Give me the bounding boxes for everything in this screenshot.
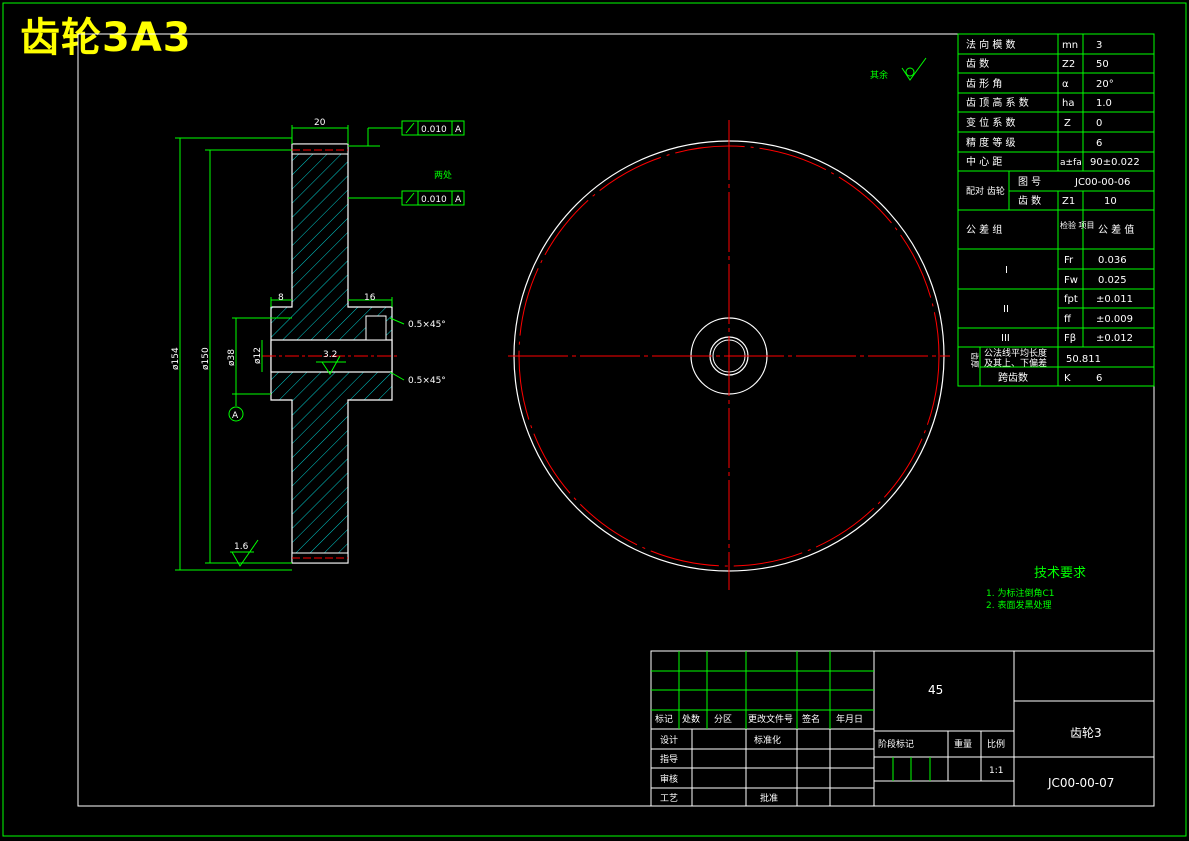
dim-pitch-dia: ø150 bbox=[201, 347, 211, 370]
tol-val-1b: 0.025 bbox=[1098, 275, 1127, 286]
tb-drawing-no: JC00-00-07 bbox=[1047, 776, 1114, 790]
tb-header-2: 分区 bbox=[714, 714, 732, 725]
param-label-5: 精 度 等 级 bbox=[966, 136, 1016, 149]
tol-group-2: II bbox=[1003, 304, 1009, 315]
param-label-4: 变 位 系 数 bbox=[966, 116, 1016, 129]
thickness-label: 齿厚 bbox=[970, 352, 979, 368]
chamfer-bottom: 0.5×45° bbox=[408, 376, 446, 386]
param-sym-3: ha bbox=[1062, 98, 1074, 109]
thickness-line1: 公法线平均长度 bbox=[984, 347, 1047, 359]
param-sym-2: α bbox=[1062, 79, 1069, 90]
param-label-1: 齿 数 bbox=[966, 57, 989, 70]
tol-group-3: III bbox=[1001, 333, 1010, 344]
tb-row-process: 工艺 bbox=[660, 793, 678, 804]
tol-val-2b: ±0.009 bbox=[1096, 314, 1133, 325]
tb-scale-label: 比例 bbox=[987, 738, 1005, 750]
tb-row-guide: 指导 bbox=[660, 753, 678, 765]
tol-sym-1a: Fr bbox=[1064, 255, 1074, 266]
datum-label: A bbox=[232, 411, 239, 421]
span-count: 6 bbox=[1096, 373, 1102, 384]
mating-teeth: 10 bbox=[1104, 196, 1117, 207]
datum-mid: A bbox=[455, 195, 462, 205]
tb-stage: 阶段标记 bbox=[878, 738, 914, 750]
tb-scale: 1:1 bbox=[989, 766, 1003, 776]
tb-row-design: 设计 bbox=[660, 734, 678, 746]
span-count-label: 跨齿数 bbox=[998, 371, 1028, 384]
tb-part-name: 齿轮3 bbox=[1070, 726, 1102, 740]
tol-sym-2a: fpt bbox=[1064, 294, 1078, 305]
tb-header-3: 更改文件号 bbox=[748, 713, 793, 725]
dim-hub-right: 16 bbox=[364, 293, 376, 303]
param-sym-1: Z2 bbox=[1062, 59, 1075, 70]
requirement-1: 1. 为标注倒角C1 bbox=[986, 587, 1054, 599]
tb-material: 45 bbox=[928, 683, 943, 697]
tol-header-value: 公 差 值 bbox=[1098, 223, 1134, 236]
tol-sym-1b: Fw bbox=[1064, 275, 1078, 286]
param-sym-6: a±fa bbox=[1060, 158, 1082, 168]
side-view: 20 8 16 ø154 ø150 ø38 ø12 0.010 0.010 A … bbox=[171, 57, 927, 571]
mating-drawing-no: JC00-00-06 bbox=[1074, 177, 1130, 188]
tb-standardize: 标准化 bbox=[754, 734, 781, 746]
tb-header-1: 处数 bbox=[682, 713, 700, 725]
dim-width: 20 bbox=[314, 118, 326, 128]
tol-group-1: I bbox=[1005, 265, 1008, 276]
tol-sym-2b: ff bbox=[1064, 314, 1072, 325]
tb-header-5: 年月日 bbox=[836, 713, 863, 725]
param-val-4: 0 bbox=[1096, 118, 1102, 129]
tb-header-4: 签名 bbox=[802, 713, 820, 725]
keyway bbox=[365, 315, 387, 341]
tooth-top bbox=[291, 143, 349, 155]
tol-header-group: 公 差 组 bbox=[966, 223, 1002, 236]
cad-drawing: 20 8 16 ø154 ø150 ø38 ø12 0.010 0.010 A … bbox=[2, 2, 1187, 837]
span-count-sym: K bbox=[1064, 373, 1071, 384]
roughness-bore: 3.2 bbox=[323, 350, 337, 360]
dim-hub-left: 8 bbox=[278, 293, 284, 303]
thickness-line2: 及其上、下偏差 bbox=[984, 357, 1047, 369]
tol-val-2a: ±0.011 bbox=[1096, 294, 1133, 305]
dim-hub-dia: ø38 bbox=[227, 349, 237, 366]
param-label-0: 法 向 模 数 bbox=[966, 38, 1016, 51]
dim-outer-dia: ø154 bbox=[171, 347, 181, 370]
tolerance-top: 0.010 bbox=[421, 125, 447, 135]
tb-header-0: 标记 bbox=[655, 713, 673, 725]
mating-label: 配对 齿轮 bbox=[966, 185, 1005, 197]
tol-sym-3a: Fβ bbox=[1064, 333, 1076, 344]
tb-weight: 重量 bbox=[954, 738, 972, 750]
param-sym-4: Z bbox=[1064, 118, 1071, 129]
roughness-face: 1.6 bbox=[234, 542, 249, 552]
param-val-5: 6 bbox=[1096, 138, 1102, 149]
param-label-3: 齿 顶 高 系 数 bbox=[966, 96, 1029, 109]
chamfer-top: 0.5×45° bbox=[408, 320, 446, 330]
tb-row-review: 审核 bbox=[660, 773, 678, 785]
front-view bbox=[508, 120, 950, 590]
param-val-6: 90±0.022 bbox=[1090, 157, 1140, 168]
param-sym-0: mn bbox=[1062, 40, 1078, 51]
param-val-1: 50 bbox=[1096, 59, 1109, 70]
mating-drawing-label: 图 号 bbox=[1018, 176, 1041, 188]
requirements-title: 技术要求 bbox=[1034, 566, 1086, 581]
tb-approve: 批准 bbox=[760, 792, 778, 804]
mating-teeth-label: 齿 数 bbox=[1018, 194, 1041, 207]
param-label-6: 中 心 距 bbox=[966, 155, 1002, 168]
param-val-3: 1.0 bbox=[1096, 98, 1112, 109]
tol-header-item: 检验 项目 bbox=[1060, 220, 1095, 230]
param-label-2: 齿 形 角 bbox=[966, 78, 1002, 90]
dim-bore-dia: ø12 bbox=[253, 347, 263, 364]
datum-top: A bbox=[455, 125, 462, 135]
tolerance-mid: 0.010 bbox=[421, 195, 447, 205]
requirement-2: 2. 表面发黑处理 bbox=[986, 599, 1051, 611]
note-rest: 其余 bbox=[870, 69, 888, 81]
tol-val-1a: 0.036 bbox=[1098, 255, 1127, 266]
thickness-val: 50.811 bbox=[1066, 354, 1101, 365]
mating-teeth-sym: Z1 bbox=[1062, 196, 1075, 207]
note-both-sides: 两处 bbox=[434, 169, 452, 181]
param-val-2: 20° bbox=[1096, 79, 1114, 90]
requirements: 技术要求 1. 为标注倒角C1 2. 表面发黑处理 bbox=[986, 566, 1086, 611]
param-val-0: 3 bbox=[1096, 40, 1102, 51]
tol-val-3a: ±0.012 bbox=[1096, 333, 1133, 344]
